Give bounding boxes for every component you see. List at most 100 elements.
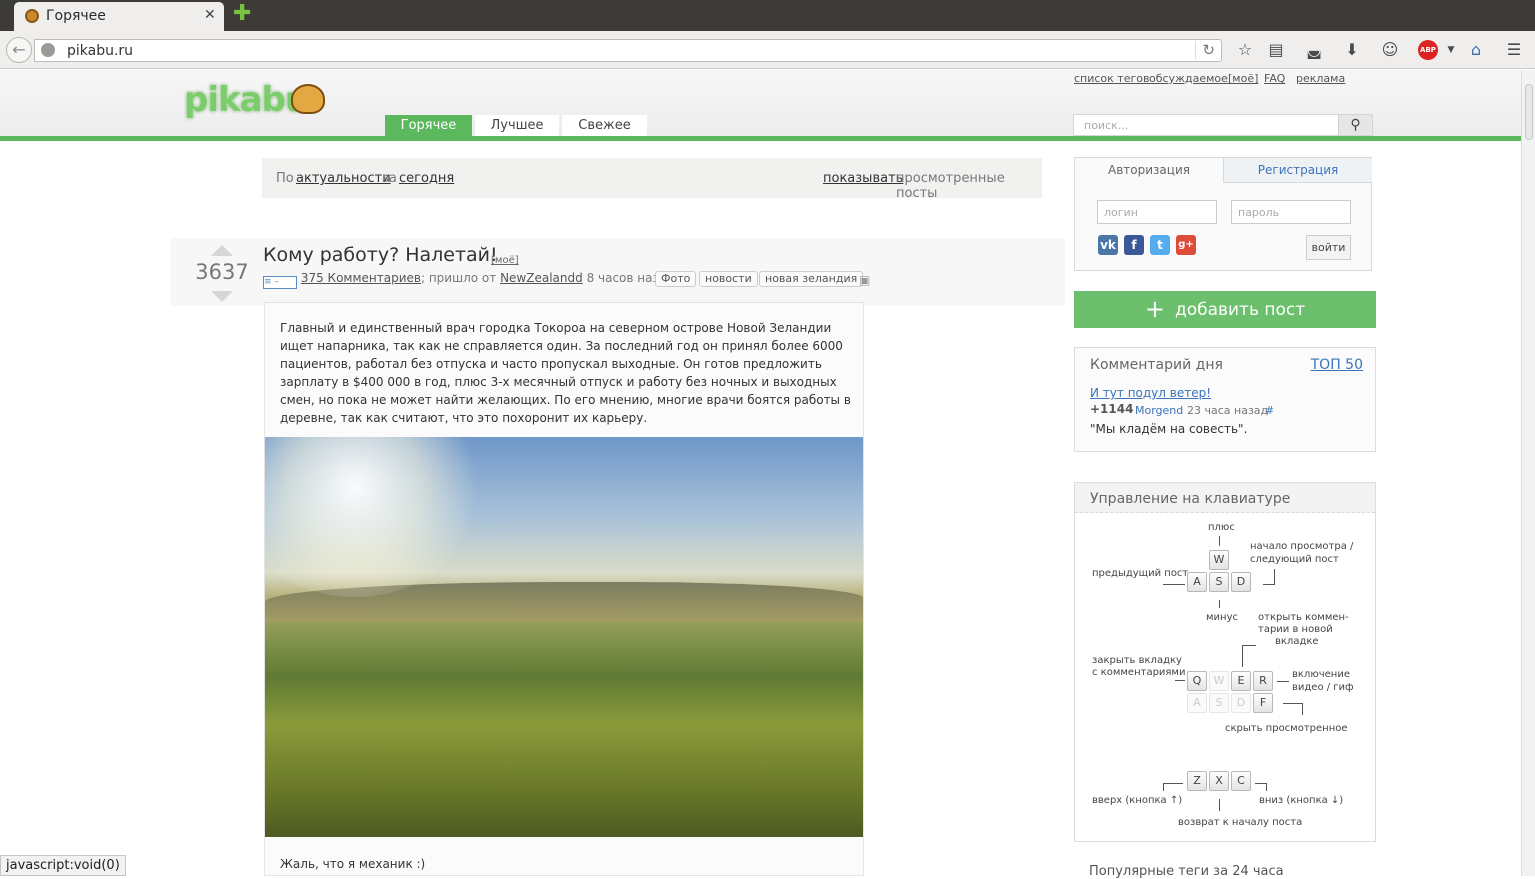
add-post-button[interactable]: + добавить пост [1074,291,1376,328]
cotd-user[interactable]: Morgend [1135,404,1183,417]
auth-panel: Авторизация Регистрация логин пароль vk … [1074,157,1372,271]
faq-link[interactable]: FAQ [1264,72,1285,85]
line [1242,645,1256,646]
twitter-icon[interactable]: t [1150,235,1170,255]
comments-link[interactable]: 375 Комментариев [301,271,421,285]
key-s-dim: S [1209,693,1229,713]
dropdown-icon[interactable]: ▼ [1441,40,1461,60]
period-link[interactable]: сегодня [399,171,454,186]
author-link[interactable]: NewZealandd [500,271,583,285]
post-meta: ≡ – 375 Комментариев; пришло от NewZeala… [263,271,675,289]
label-close-a: закрыть вкладку [1092,655,1182,666]
story-icon[interactable]: ≡ – [263,276,297,289]
post-body: Главный и единственный врач городка Токо… [264,302,864,876]
label-open-c: вкладке [1275,636,1319,647]
pocket-icon[interactable]: ◛ [1304,40,1324,60]
smiley-icon[interactable]: ☺ [1380,40,1400,60]
sun-glow [265,437,485,597]
tab-new[interactable]: Свежее [562,115,647,136]
tab-register[interactable]: Регистрация [1223,158,1372,183]
navigation-bar: ← pikabu.ru ↻ ☆ ▤ ◛ ⬇ ☺ ABP ▼ ⌂ ☰ [0,31,1535,69]
scrollbar[interactable] [1521,70,1535,876]
reading-list-icon[interactable]: ▤ [1266,40,1286,60]
search-input[interactable]: поиск... [1084,119,1128,132]
discussed-link[interactable]: обсуждаемое [1149,72,1228,85]
line [1302,703,1303,715]
filter-prefix: По [276,171,294,186]
key-c: C [1231,771,1251,791]
label-video-b: видео / гиф [1292,682,1354,693]
vote-up-icon[interactable] [211,245,233,256]
save-icon[interactable]: ▣ [859,273,870,287]
tab-title: Горячее [46,8,106,24]
close-tab-icon[interactable]: ✕ [204,7,216,23]
password-field[interactable]: пароль [1231,200,1351,224]
add-post-label: добавить пост [1174,300,1306,320]
cotd-time: 23 часа назад [1187,404,1269,417]
facebook-icon[interactable]: f [1124,235,1144,255]
download-icon[interactable]: ⬇ [1342,40,1362,60]
show-link[interactable]: показывать [823,171,903,186]
adblock-icon[interactable]: ABP [1418,40,1438,60]
line [1274,569,1275,585]
tag-list-link[interactable]: список тегов [1074,72,1149,85]
logo[interactable]: pikabu [184,80,309,120]
mine-badge[interactable]: [моё] [491,255,519,266]
search-icon[interactable]: ⚲ [1338,115,1372,135]
search-box[interactable]: поиск... ⚲ [1073,114,1373,136]
url-text[interactable]: pikabu.ru [67,43,133,59]
mine-link[interactable]: [моё] [1228,72,1258,85]
label-back: возврат к началу поста [1178,817,1303,828]
vk-icon[interactable]: vk [1098,235,1118,255]
key-r: R [1253,671,1273,691]
cotd-post-link[interactable]: И тут подул ветер! [1090,386,1211,400]
line [1277,681,1289,682]
tag-photo[interactable]: Фото [655,271,697,287]
login-field[interactable]: логин [1097,200,1217,224]
line [1163,783,1164,791]
new-tab-icon[interactable]: ✚ [233,3,251,25]
key-f: F [1253,693,1273,713]
sync-icon[interactable]: ⌂ [1466,40,1486,60]
cotd-text: "Мы кладём на совесть". [1090,422,1248,436]
key-a-dim: A [1187,693,1207,713]
tag-news[interactable]: новости [699,271,758,287]
star-icon[interactable]: ☆ [1235,40,1255,60]
scroll-thumb[interactable] [1525,84,1533,140]
tab-hot[interactable]: Горячее [385,115,472,136]
label-prev: предыдущий пост [1092,568,1189,579]
plus-icon: + [1144,295,1165,323]
vote-down-icon[interactable] [211,291,233,302]
label-down: вниз (кнопка ↓) [1259,795,1344,806]
ads-link[interactable]: реклама [1296,72,1345,85]
keyboard-title: Управление на клавиатуре [1090,491,1291,507]
post-title[interactable]: Кому работу? Налетай! [263,244,498,266]
tab-best[interactable]: Лучшее [475,115,559,136]
line [1242,645,1243,667]
label-plus: плюс [1208,522,1235,533]
globe-icon [41,43,55,57]
label-video-a: включение [1292,669,1350,680]
sort-link[interactable]: актуальности [296,171,391,186]
top50-link[interactable]: ТОП 50 [1311,357,1363,373]
line [1219,600,1220,608]
label-open-b: тарии в новой [1258,624,1333,635]
cotd-hash[interactable]: # [1265,404,1274,417]
address-bar[interactable]: pikabu.ru ↻ [34,39,1222,62]
tab-login[interactable]: Авторизация [1075,158,1223,183]
browser-tab[interactable]: Горячее ✕ [14,2,224,31]
key-d: D [1231,572,1251,592]
login-button[interactable]: войти [1306,235,1351,260]
reload-icon[interactable]: ↻ [1195,41,1215,59]
post-after-text: Жаль, что я механик :) [280,857,426,871]
back-icon[interactable]: ← [6,37,32,63]
post-image[interactable] [265,437,863,837]
menu-icon[interactable]: ☰ [1504,40,1524,60]
filter-bar: По актуальности за сегодня показывать пр… [262,158,1042,201]
tag-nz[interactable]: новая зеландия [759,271,864,287]
key-w: W [1209,550,1229,570]
google-icon[interactable]: g+ [1176,235,1196,255]
muffin-logo-icon[interactable] [291,84,325,114]
key-x: X [1209,771,1229,791]
label-minus: минус [1206,612,1238,623]
